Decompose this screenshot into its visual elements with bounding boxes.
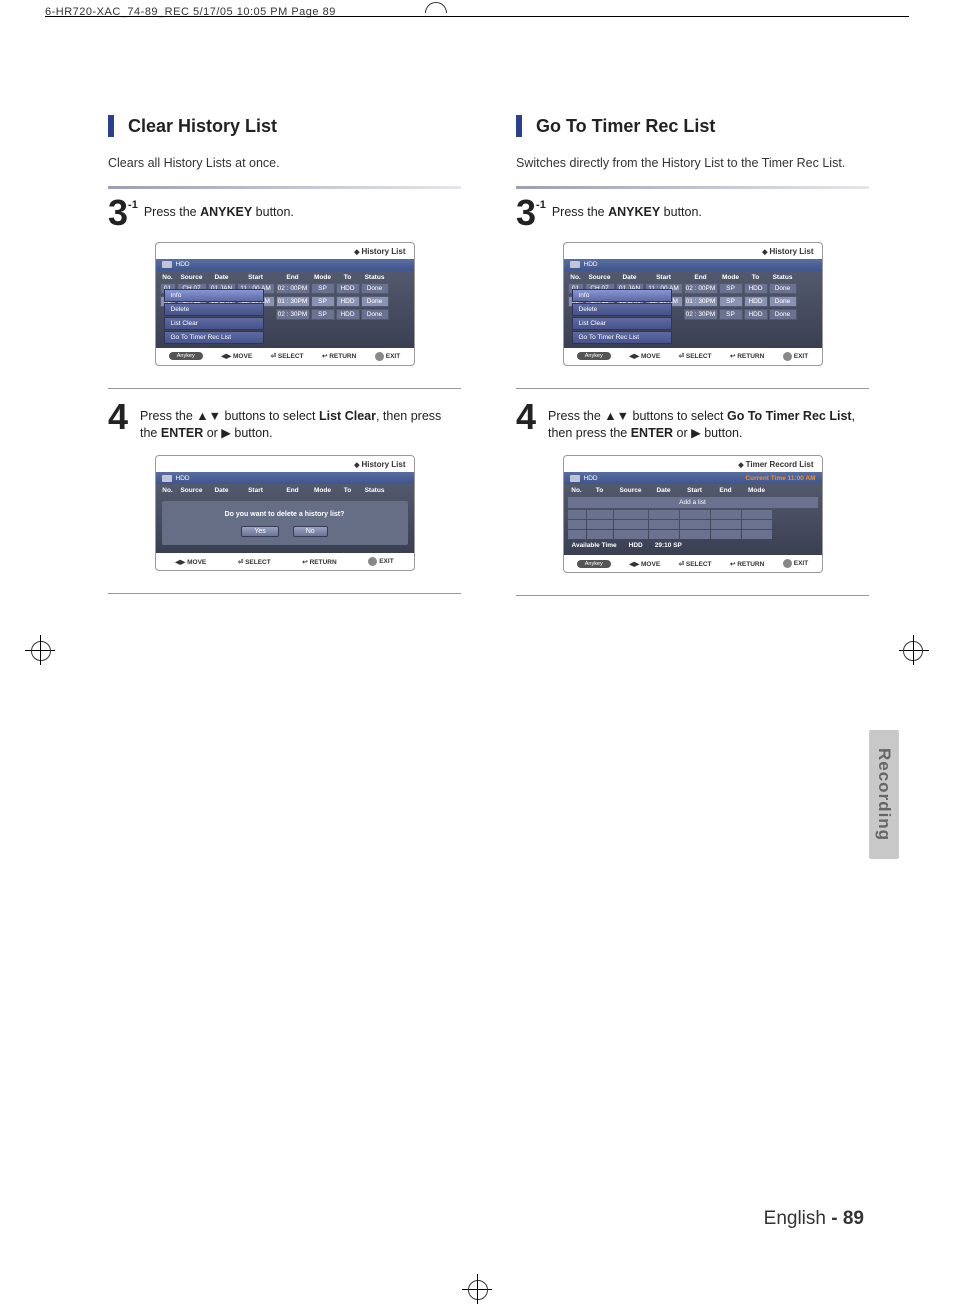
osd-context-menu: Info Delete List Clear Go To Timer Rec L… [164, 289, 264, 344]
section-title-goto-timer: Go To Timer Rec List [516, 115, 869, 137]
column-left: Clear History List Clears all History Li… [108, 115, 461, 610]
add-a-list-row[interactable]: Add a list [568, 497, 818, 508]
section-desc: Clears all History Lists at once. [108, 155, 461, 172]
crop-mark-bottom [462, 1289, 492, 1290]
column-right: Go To Timer Rec List Switches directly f… [516, 115, 869, 610]
dialog-yes-button[interactable]: Yes [241, 526, 278, 537]
divider-thin [108, 593, 461, 594]
side-tab-recording: Recording [869, 730, 899, 859]
divider [516, 186, 869, 189]
current-time: Current Time 11:00 AM [745, 475, 815, 482]
osd-context-menu: Info Delete List Clear Go To Timer Rec L… [572, 289, 672, 344]
dialog-text: Do you want to delete a history list? [168, 511, 402, 518]
step-4: 4 Press the ▲▼ buttons to select List Cl… [108, 403, 461, 442]
scissors-icon [570, 261, 580, 268]
divider-thin [516, 595, 869, 596]
divider-thin [516, 388, 869, 389]
osd-timer-record-list: Timer Record List HDD Current Time 11:00… [563, 455, 823, 573]
step-3-1: 3-1 Press the ANYKEY button. [108, 199, 461, 228]
header-rule [45, 16, 909, 17]
osd-delete-dialog: History List HDD No.SourceDateStartEndMo… [155, 455, 415, 571]
section-title-clear-history: Clear History List [108, 115, 461, 137]
scissors-icon [162, 475, 172, 482]
section-desc: Switches directly from the History List … [516, 155, 869, 172]
step-4: 4 Press the ▲▼ buttons to select Go To T… [516, 403, 869, 442]
osd-history-list-menu: History List HDD No.SourceDateStartEndMo… [563, 242, 823, 366]
step-3-1: 3-1 Press the ANYKEY button. [516, 199, 869, 228]
scissors-icon [162, 261, 172, 268]
divider-thin [108, 388, 461, 389]
crop-mark-right [899, 650, 929, 651]
clock-icon [570, 475, 580, 482]
divider [108, 186, 461, 189]
page-footer: English - 89 [764, 1208, 864, 1230]
osd-history-list-menu: History List HDD No.SourceDateStartEndMo… [155, 242, 415, 366]
crop-mark-left [25, 650, 55, 651]
dialog-no-button[interactable]: No [293, 526, 328, 537]
